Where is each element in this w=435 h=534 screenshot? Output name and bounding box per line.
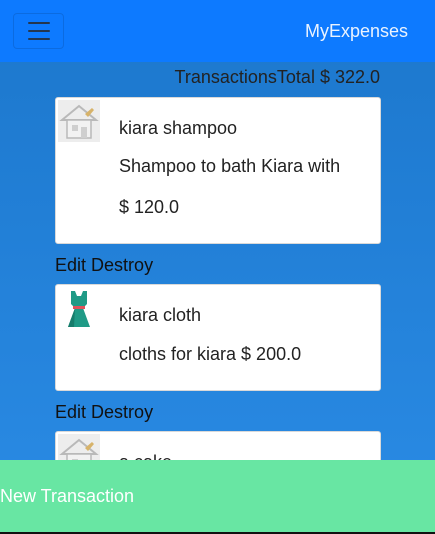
transactions-summary: TransactionsTotal $ 322.0 bbox=[175, 67, 380, 88]
transaction-description-amount: cloths for kiara $ 200.0 bbox=[119, 344, 302, 364]
transaction-actions: Edit Destroy bbox=[55, 255, 153, 276]
hamburger-icon-bar bbox=[27, 22, 50, 24]
transactions-heading: Transactions bbox=[174, 67, 277, 87]
hamburger-icon-bar bbox=[27, 38, 50, 40]
navbar: MyExpenses bbox=[0, 0, 435, 62]
hamburger-icon-bar bbox=[27, 30, 50, 32]
menu-toggle-button[interactable] bbox=[13, 13, 64, 49]
edit-link[interactable]: Edit bbox=[55, 402, 86, 422]
transaction-description: Shampoo to bath Kiara with bbox=[119, 156, 341, 176]
transaction-title: kiara cloth bbox=[119, 305, 202, 325]
dress-icon bbox=[68, 291, 90, 327]
edit-link[interactable]: Edit bbox=[55, 255, 86, 275]
transaction-card[interactable]: kiara shampoo Shampoo to bath Kiara with… bbox=[55, 97, 381, 244]
total-amount: Total $ 322.0 bbox=[276, 67, 380, 87]
new-transaction-button[interactable]: New Transaction bbox=[0, 460, 435, 532]
transaction-title: kiara shampoo bbox=[119, 118, 238, 138]
transaction-card[interactable]: kiara cloth cloths for kiara $ 200.0 bbox=[55, 284, 381, 391]
destroy-link[interactable]: Destroy bbox=[91, 402, 153, 422]
destroy-link[interactable]: Destroy bbox=[91, 255, 153, 275]
brand-link[interactable]: MyExpenses bbox=[305, 21, 408, 42]
house-icon bbox=[58, 100, 100, 142]
transaction-actions: Edit Destroy bbox=[55, 402, 153, 423]
transaction-amount: $ 120.0 bbox=[119, 197, 180, 217]
